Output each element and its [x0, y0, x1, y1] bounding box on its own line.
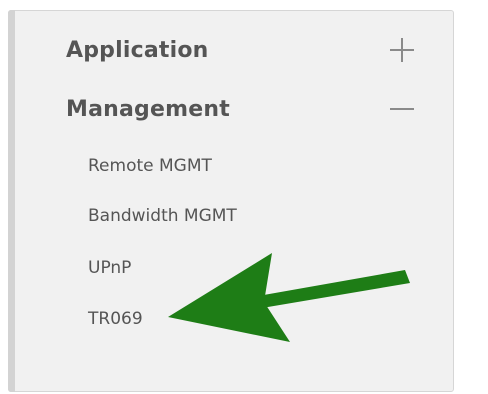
- section-label-management: Management: [66, 96, 230, 122]
- screenshot-frame: Application Management Remote MGMT Bandw…: [0, 0, 488, 394]
- menu-section-management[interactable]: Management: [66, 91, 416, 127]
- menu-item-remote-mgmt[interactable]: Remote MGMT: [88, 152, 212, 180]
- minus-icon[interactable]: [388, 95, 416, 123]
- plus-icon-vertical: [401, 38, 403, 62]
- menu-item-tr069[interactable]: TR069: [88, 305, 143, 333]
- panel-left-edge: [8, 10, 15, 392]
- menu-item-upnp[interactable]: UPnP: [88, 254, 131, 282]
- menu-section-application[interactable]: Application: [66, 32, 416, 68]
- section-label-application: Application: [66, 37, 209, 63]
- plus-icon[interactable]: [388, 36, 416, 64]
- menu-item-bandwidth-mgmt[interactable]: Bandwidth MGMT: [88, 202, 237, 230]
- minus-icon-bar: [390, 108, 414, 110]
